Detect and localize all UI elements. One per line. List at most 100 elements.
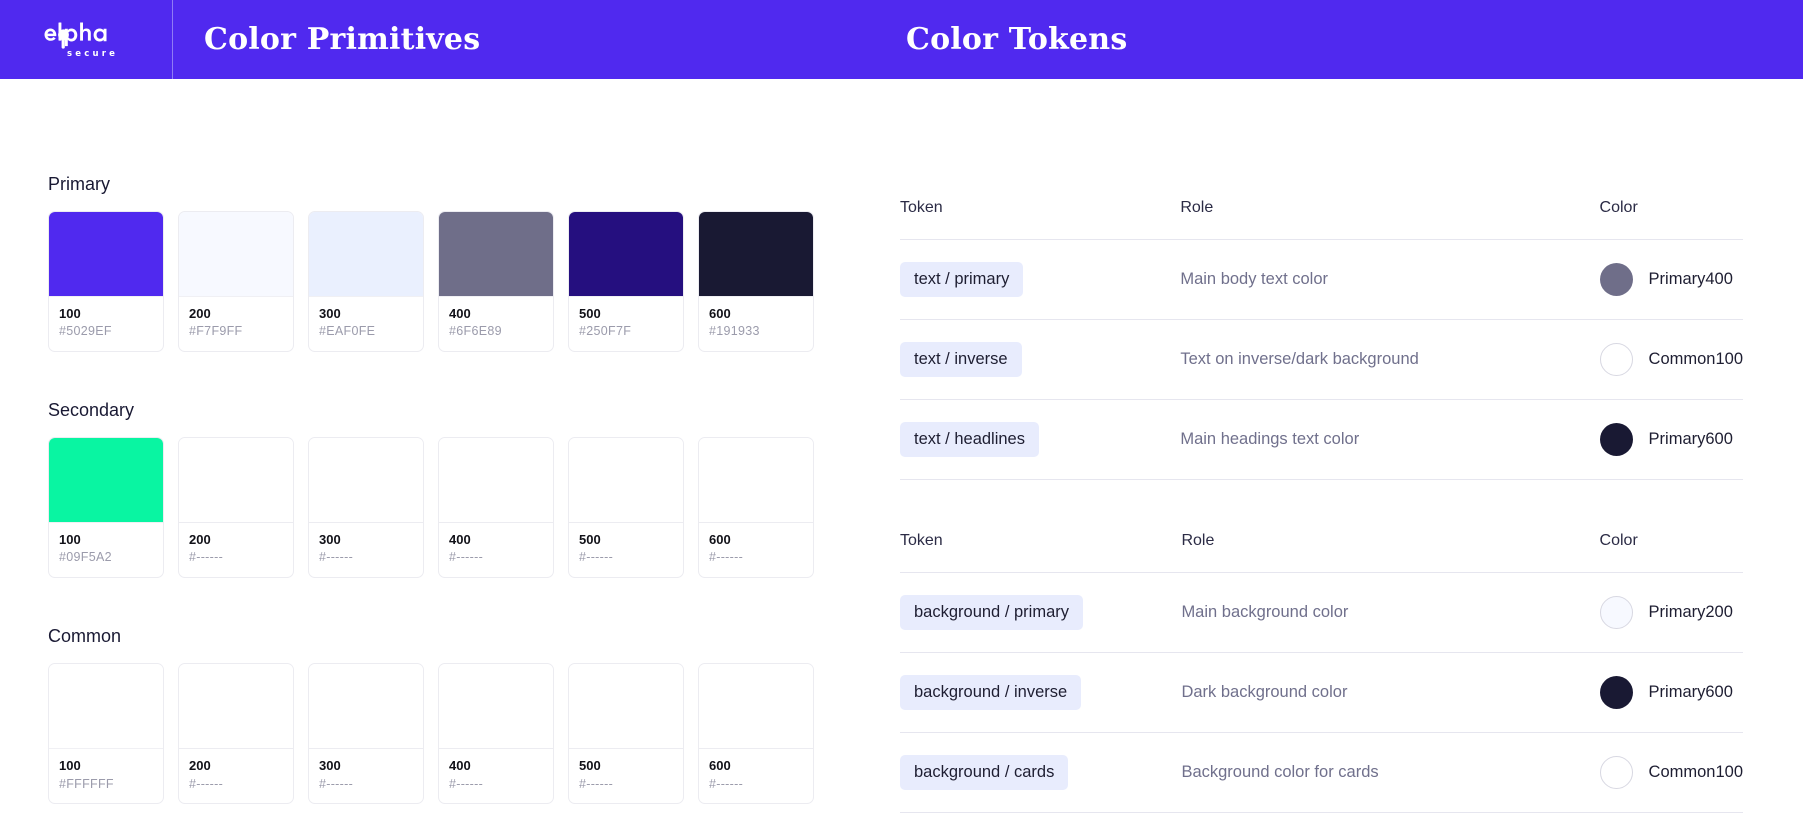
- swatch-color-chip: [439, 438, 553, 524]
- table-row[interactable]: text / headlines Main headings text color…: [900, 399, 1743, 480]
- swatch-card[interactable]: 500 #------: [568, 663, 684, 805]
- swatch-group-title: Primary: [48, 174, 110, 194]
- swatch-card[interactable]: 100 #5029EF: [48, 211, 164, 353]
- swatch-hex-label: #EAF0FE: [319, 324, 376, 339]
- table-row[interactable]: background / primary Main background colo…: [900, 572, 1743, 653]
- token-cell: text / headlines: [900, 399, 1181, 480]
- column-header-color: Color: [1599, 532, 1743, 573]
- swatch-step-label: 300: [319, 758, 341, 774]
- table-row[interactable]: background / cards Background color for c…: [900, 732, 1743, 813]
- swatch-color-chip: [179, 664, 293, 750]
- swatch-card[interactable]: 600 #------: [698, 437, 814, 579]
- token-pill[interactable]: background / primary: [900, 595, 1083, 630]
- swatch-meta: 300 #------: [309, 749, 423, 803]
- swatch-hex-label: #------: [319, 776, 354, 791]
- column-header-token: Token: [900, 199, 1181, 240]
- swatch-group: Common 100 #FFFFFF 200 #------ 300 #------ 400 #…: [48, 626, 860, 805]
- swatch-step-label: 500: [579, 532, 601, 548]
- swatch-meta: 600 #191933: [699, 297, 813, 351]
- swatch-step-label: 500: [579, 758, 601, 774]
- role-cell: Text on inverse/dark background: [1180, 319, 1600, 400]
- swatch-step-label: 300: [319, 306, 341, 321]
- color-swatch-dot: [1599, 756, 1633, 789]
- swatch-card[interactable]: 400 #------: [438, 437, 554, 579]
- swatch-card[interactable]: 500 #250F7F: [568, 211, 684, 353]
- swatch-card[interactable]: 200 #------: [178, 437, 294, 579]
- swatch-step-label: 200: [189, 758, 211, 774]
- swatch-card[interactable]: 600 #------: [698, 663, 814, 805]
- token-pill[interactable]: background / inverse: [900, 675, 1082, 710]
- token-pill[interactable]: text / headlines: [900, 422, 1039, 457]
- role-cell: Background color for cards: [1181, 732, 1600, 813]
- swatch-step-label: 100: [59, 306, 81, 321]
- color-name-label: Primary400: [1648, 270, 1733, 288]
- swatch-color-chip: [569, 212, 683, 297]
- color-swatch-dot: [1599, 596, 1633, 629]
- swatch-card[interactable]: 200 #------: [178, 663, 294, 805]
- swatch-card[interactable]: 400 #6F6E89: [438, 211, 554, 353]
- table-row[interactable]: text / inverse Text on inverse/dark backg…: [900, 319, 1743, 400]
- swatch-card[interactable]: 100 #09F5A2: [48, 437, 164, 579]
- swatch-hex-label: #------: [709, 776, 744, 791]
- color-cell: Common100: [1599, 319, 1743, 400]
- token-cell: text / inverse: [900, 319, 1181, 400]
- column-header-role: Role: [1180, 199, 1600, 240]
- swatch-meta: 500 #250F7F: [569, 297, 683, 351]
- swatch-meta: 400 #------: [439, 523, 553, 577]
- swatch-hex-label: #------: [709, 550, 744, 565]
- swatch-row: 100 #5029EF 200 #F7F9FF 300 #EAF0FE 400 #6F6E89…: [48, 211, 860, 353]
- color-cell: Primary200: [1599, 572, 1743, 653]
- swatch-card[interactable]: 400 #------: [438, 663, 554, 805]
- table-header-row: Token Role Color: [900, 199, 1743, 240]
- swatch-card[interactable]: 600 #191933: [698, 211, 814, 353]
- brand-logo[interactable]: secure: [0, 0, 173, 79]
- swatch-color-chip: [699, 438, 813, 524]
- swatch-meta: 200 #------: [179, 749, 293, 803]
- swatch-card[interactable]: 300 #------: [308, 437, 424, 579]
- color-name-label: Primary600: [1648, 683, 1733, 701]
- role-text: Text on inverse/dark background: [1180, 350, 1419, 368]
- swatch-color-chip: [309, 212, 423, 297]
- swatch-meta: 600 #------: [699, 523, 813, 577]
- page-body: Primary 100 #5029EF 200 #F7F9FF 300 #EAF0FE 400…: [0, 79, 1803, 840]
- swatch-card[interactable]: 300 #EAF0FE: [308, 211, 424, 353]
- table-row[interactable]: text / primary Main body text color Primar…: [900, 239, 1743, 320]
- swatch-card[interactable]: 100 #FFFFFF: [48, 663, 164, 805]
- role-cell: Main headings text color: [1180, 399, 1600, 480]
- swatch-card[interactable]: 200 #F7F9FF: [178, 211, 294, 353]
- role-cell: Main background color: [1181, 572, 1600, 653]
- token-table: Token Role Color text / primary Main body te…: [900, 199, 1743, 480]
- color-cell: Primary400: [1599, 239, 1743, 320]
- swatch-step-label: 400: [449, 758, 471, 774]
- swatch-meta: 400 #6F6E89: [439, 297, 553, 351]
- swatch-step-label: 600: [709, 758, 731, 774]
- swatch-hex-label: #------: [449, 550, 484, 565]
- token-pill[interactable]: text / inverse: [900, 342, 1022, 377]
- swatch-meta: 100 #5029EF: [49, 297, 163, 351]
- swatch-step-label: 100: [59, 758, 81, 774]
- swatch-group-title: Common: [48, 626, 122, 647]
- swatch-hex-label: #F7F9FF: [189, 324, 243, 339]
- token-pill[interactable]: background / cards: [900, 755, 1069, 790]
- color-cell: Primary600: [1599, 399, 1743, 480]
- swatch-color-chip: [699, 212, 813, 297]
- swatch-color-chip: [49, 438, 163, 524]
- swatch-color-chip: [569, 438, 683, 524]
- header-title-tokens: Color Tokens: [906, 22, 1128, 57]
- swatch-card[interactable]: 500 #------: [568, 437, 684, 579]
- swatch-group-title: Secondary: [48, 400, 135, 421]
- color-name-label: Common100: [1648, 763, 1743, 781]
- swatch-step-label: 300: [319, 532, 341, 548]
- swatch-card[interactable]: 300 #------: [308, 663, 424, 805]
- swatch-row: 100 #FFFFFF 200 #------ 300 #------ 400 #------…: [48, 663, 860, 805]
- swatch-color-chip: [309, 438, 423, 524]
- swatch-step-label: 400: [449, 532, 471, 548]
- color-name-label: Primary200: [1648, 603, 1733, 621]
- swatch-meta: 300 #EAF0FE: [309, 297, 423, 351]
- swatch-row: 100 #09F5A2 200 #------ 300 #------ 400 #------…: [48, 437, 860, 579]
- swatch-step-label: 500: [579, 306, 601, 321]
- table-row[interactable]: background / inverse Dark background colo…: [900, 652, 1743, 733]
- swatch-meta: 500 #------: [569, 523, 683, 577]
- swatch-step-label: 100: [59, 532, 81, 548]
- token-pill[interactable]: text / primary: [900, 262, 1024, 297]
